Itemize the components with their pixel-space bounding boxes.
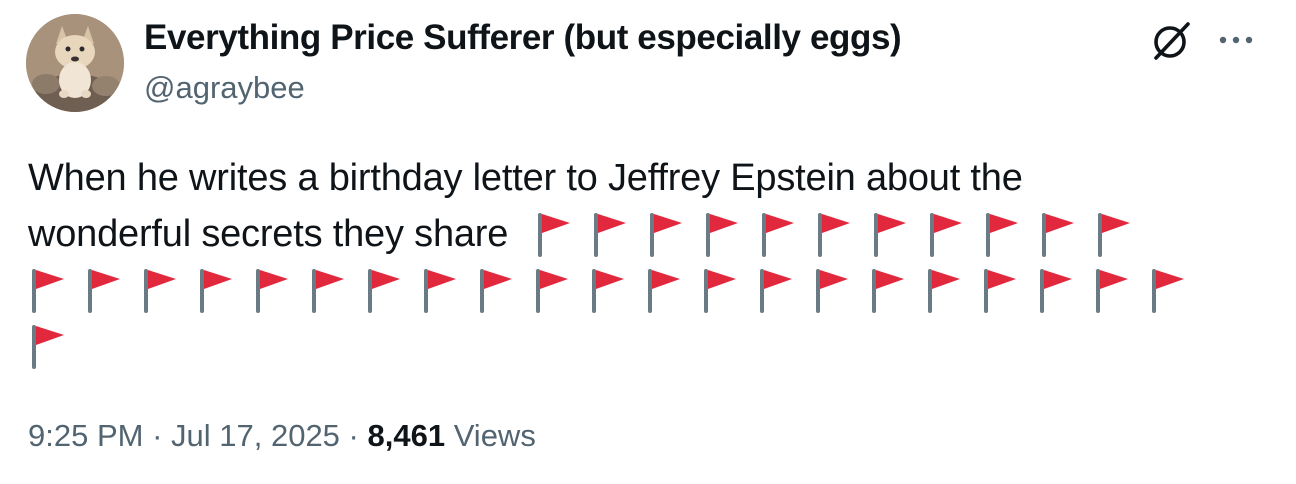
views-count: 8,461 — [367, 418, 446, 453]
author-display-name[interactable]: Everything Price Sufferer (but especiall… — [144, 18, 902, 58]
red-flag-emoji — [420, 265, 460, 315]
avatar-dog-image — [26, 14, 124, 112]
red-flag-emoji — [1038, 209, 1078, 259]
red-flag-emoji — [870, 209, 910, 259]
red-flag-emoji — [252, 265, 292, 315]
meta-separator: · — [143, 418, 172, 453]
red-flag-emoji — [534, 209, 574, 259]
red-flag-emoji — [1148, 265, 1188, 315]
red-flag-emoji — [308, 265, 348, 315]
tweet-text-line-1: When he writes a birthday letter to Jeff… — [28, 157, 1023, 199]
red-flag-emoji — [364, 265, 404, 315]
more-options-icon[interactable] — [1214, 30, 1258, 50]
red-flag-emoji — [1094, 209, 1134, 259]
red-flag-emoji — [980, 265, 1020, 315]
tweet-card: Everything Price Sufferer (but especiall… — [0, 0, 1296, 484]
red-flag-emoji — [476, 265, 516, 315]
red-flag-emoji — [700, 265, 740, 315]
flag-group — [28, 321, 84, 371]
tweet-text-line — [28, 262, 1228, 318]
red-flag-emoji — [1092, 265, 1132, 315]
red-flag-emoji — [756, 265, 796, 315]
views-label: Views — [445, 418, 536, 453]
tweet-text: When he writes a birthday letter to Jeff… — [28, 150, 1228, 374]
red-flag-emoji — [924, 265, 964, 315]
tweet-text-line — [28, 318, 1228, 374]
avatar[interactable] — [26, 14, 124, 112]
red-flag-emoji — [84, 265, 124, 315]
tweet-text-line: When he writes a birthday letter to Jeff… — [28, 150, 1228, 206]
tweet-meta: 9:25 PM · Jul 17, 2025 · 8,461 Views — [28, 418, 536, 454]
author-handle[interactable]: @agraybee — [144, 70, 305, 106]
red-flag-emoji — [926, 209, 966, 259]
red-flag-emoji — [588, 265, 628, 315]
red-flag-emoji — [590, 209, 630, 259]
grok-icon[interactable] — [1148, 18, 1194, 64]
red-flag-emoji — [196, 265, 236, 315]
meta-separator: · — [339, 418, 368, 453]
red-flag-emoji — [140, 265, 180, 315]
tweet-date[interactable]: Jul 17, 2025 — [171, 418, 340, 453]
flag-group — [28, 265, 1204, 315]
red-flag-emoji — [644, 265, 684, 315]
flag-group — [534, 209, 1150, 259]
red-flag-emoji — [982, 209, 1022, 259]
red-flag-emoji — [1036, 265, 1076, 315]
red-flag-emoji — [532, 265, 572, 315]
tweet-text-line-2: wonderful secrets they share — [28, 213, 509, 255]
red-flag-emoji — [814, 209, 854, 259]
red-flag-emoji — [28, 265, 68, 315]
tweet-time[interactable]: 9:25 PM — [28, 418, 143, 453]
red-flag-emoji — [868, 265, 908, 315]
red-flag-emoji — [758, 209, 798, 259]
red-flag-emoji — [646, 209, 686, 259]
red-flag-emoji — [812, 265, 852, 315]
red-flag-emoji — [28, 321, 68, 371]
red-flag-emoji — [702, 209, 742, 259]
tweet-text-line: wonderful secrets they share — [28, 206, 1228, 262]
